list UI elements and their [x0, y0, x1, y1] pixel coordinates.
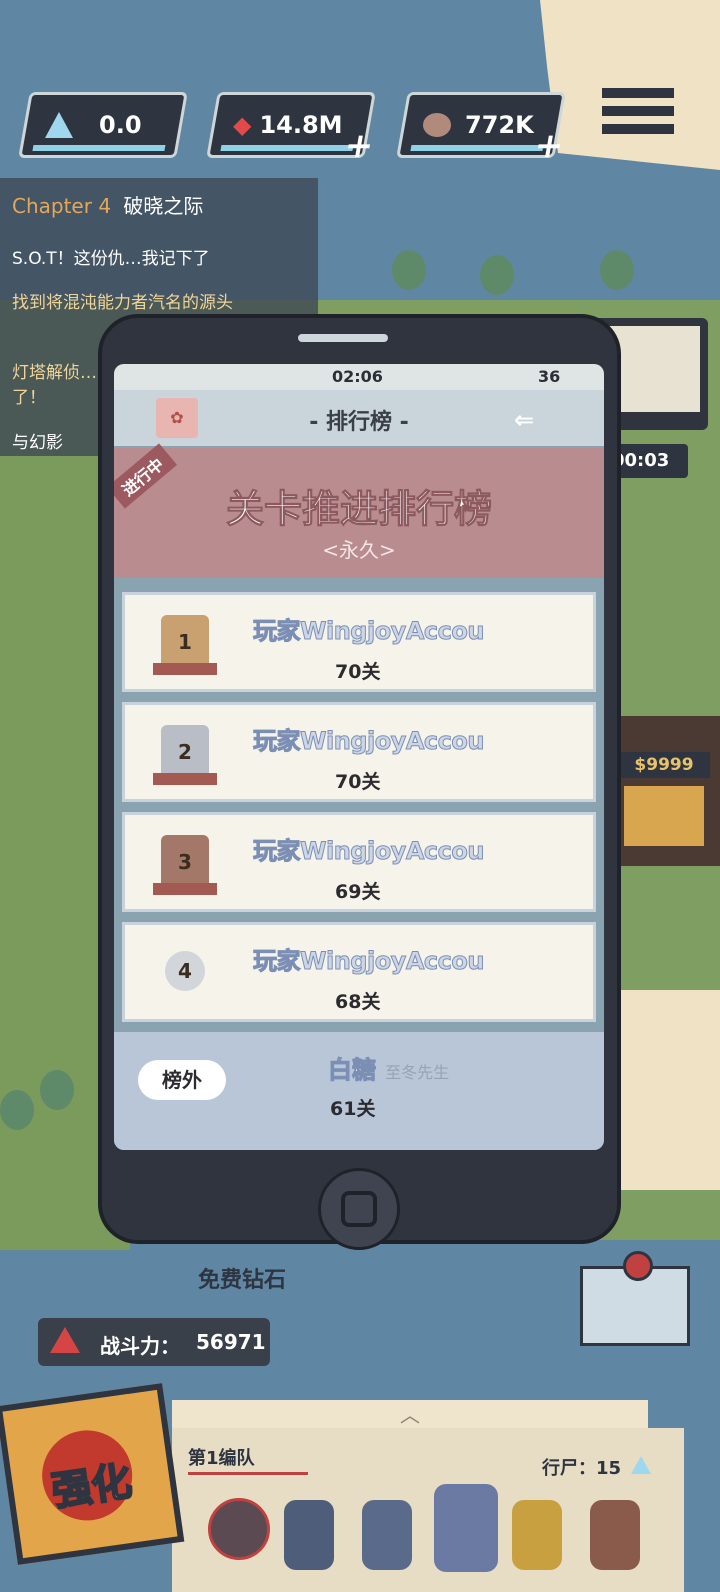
team-panel: 第1编队 行尸：15 [172, 1428, 684, 1592]
resource-bar [410, 145, 544, 151]
free-diamond-label[interactable]: 免费钻石 [198, 1262, 286, 1294]
tree-icon [600, 250, 634, 290]
chevron-up-icon: ︿ [400, 1403, 420, 1427]
resource-bar [32, 145, 166, 151]
resource-value: 772K [465, 111, 534, 139]
add-ore-plus-icon[interactable]: + [531, 126, 567, 166]
crystal-icon [631, 1456, 652, 1474]
zombie-count: 15 [596, 1458, 622, 1479]
tree-icon [392, 250, 426, 290]
banner-title: 关卡推进排行榜 [225, 487, 492, 532]
power-label: 战斗力： [100, 1334, 180, 1358]
chapter-number: Chapter 4 [12, 194, 112, 218]
phone-speaker [298, 334, 388, 342]
shop-poster [624, 786, 704, 846]
home-square-icon [341, 1191, 377, 1227]
banner-subtitle: <永久> [322, 538, 396, 562]
expand-tab[interactable]: ︿ [172, 1400, 648, 1430]
self-level: 61关 [330, 1098, 376, 1120]
hero-avatar[interactable] [512, 1500, 562, 1570]
resource-gems[interactable]: ◆ 14.8M + [206, 92, 377, 166]
map-pin-icon [623, 1251, 653, 1281]
leaderboard-banner: 进行中 关卡推进排行榜 <永久> [114, 443, 604, 578]
rank-entry[interactable]: 1 玩家WingjoyAccou 70关 [122, 592, 596, 692]
hero-avatar[interactable] [590, 1500, 640, 1570]
bronze-medal-icon: 3 [153, 835, 217, 895]
shop-building[interactable]: $9999 [612, 716, 720, 866]
ore-icon [423, 113, 451, 137]
tree-icon [480, 255, 514, 295]
self-title: 至冬先生 [385, 1063, 450, 1082]
player-level: 69关 [335, 881, 381, 903]
self-name: 白糖 [328, 1056, 377, 1085]
rank-entry[interactable]: 4 玩家WingjoyAccou 68关 [122, 922, 596, 1022]
resource-crystal[interactable]: 0.0 [18, 92, 188, 158]
silver-medal-icon: 2 [153, 725, 217, 785]
player-name: 玩家WingjoyAccou [253, 837, 485, 866]
rank-entry[interactable]: 2 玩家WingjoyAccou 70关 [122, 702, 596, 802]
map-icon[interactable] [580, 1251, 690, 1346]
player-name: 玩家WingjoyAccou [253, 617, 485, 646]
back-arrow-icon[interactable]: ⇐ [514, 406, 534, 434]
status-battery: 36 [538, 367, 561, 386]
upgrade-label: 强化 [48, 1458, 136, 1517]
resource-bar [220, 145, 354, 151]
rank-circle-icon: 4 [165, 951, 205, 991]
player-name: 玩家WingjoyAccou [253, 947, 485, 976]
title-bar: ✿ - 排行榜 - ⇐ [114, 390, 604, 446]
team-underline [188, 1472, 308, 1475]
menu-icon[interactable] [602, 80, 674, 150]
resource-value: 0.0 [99, 111, 142, 139]
add-gems-plus-icon[interactable]: + [341, 126, 377, 166]
hero-avatar[interactable] [434, 1484, 498, 1572]
player-level: 70关 [335, 661, 381, 683]
price-sign: $9999 [618, 752, 710, 778]
gold-medal-icon: 1 [153, 615, 217, 675]
hero-avatar[interactable] [284, 1500, 334, 1570]
resource-ore[interactable]: 772K + [396, 92, 567, 166]
combat-power: 战斗力： 56971 [38, 1318, 270, 1366]
chapter-title: 破晓之际 [123, 194, 204, 218]
tree-icon [0, 1090, 34, 1130]
player-level: 70关 [335, 771, 381, 793]
gem-cluster-icon: ◆ [233, 111, 252, 139]
phone-screen: 02:06 36 ✿ - 排行榜 - ⇐ 进行中 关卡推进排行榜 <永久> 1 … [114, 364, 604, 1150]
upgrade-button[interactable]: 强化 [0, 1383, 185, 1565]
hero-avatar[interactable] [362, 1500, 412, 1570]
rank-entry[interactable]: 3 玩家WingjoyAccou 69关 [122, 812, 596, 912]
power-value: 56971 [196, 1330, 266, 1354]
zombie-label: 行尸： [542, 1458, 596, 1479]
team-name[interactable]: 第1编队 [188, 1444, 255, 1470]
player-level: 68关 [335, 991, 381, 1013]
home-button[interactable] [318, 1168, 400, 1250]
quest-line: 灯塔解侦…了！ [12, 363, 97, 408]
player-name: 玩家WingjoyAccou [253, 727, 485, 756]
resource-value: 14.8M [259, 111, 343, 139]
hero-avatar[interactable] [208, 1498, 270, 1560]
tree-icon [40, 1070, 74, 1110]
warning-icon [50, 1327, 80, 1353]
quest-line: 找到将混沌能力者汽名的源头 [12, 293, 233, 313]
crystal-icon [45, 112, 73, 138]
self-rank-entry[interactable]: 榜外 白糖 至冬先生 61关 [114, 1032, 604, 1150]
quest-line: 与幻影 [12, 433, 63, 453]
status-time: 02:06 [332, 367, 383, 386]
beach-area [610, 990, 720, 1190]
status-bar: 02:06 36 [114, 364, 604, 390]
unranked-badge: 榜外 [138, 1060, 226, 1100]
quest-line: S.O.T！这份仇…我记下了 [12, 249, 210, 269]
